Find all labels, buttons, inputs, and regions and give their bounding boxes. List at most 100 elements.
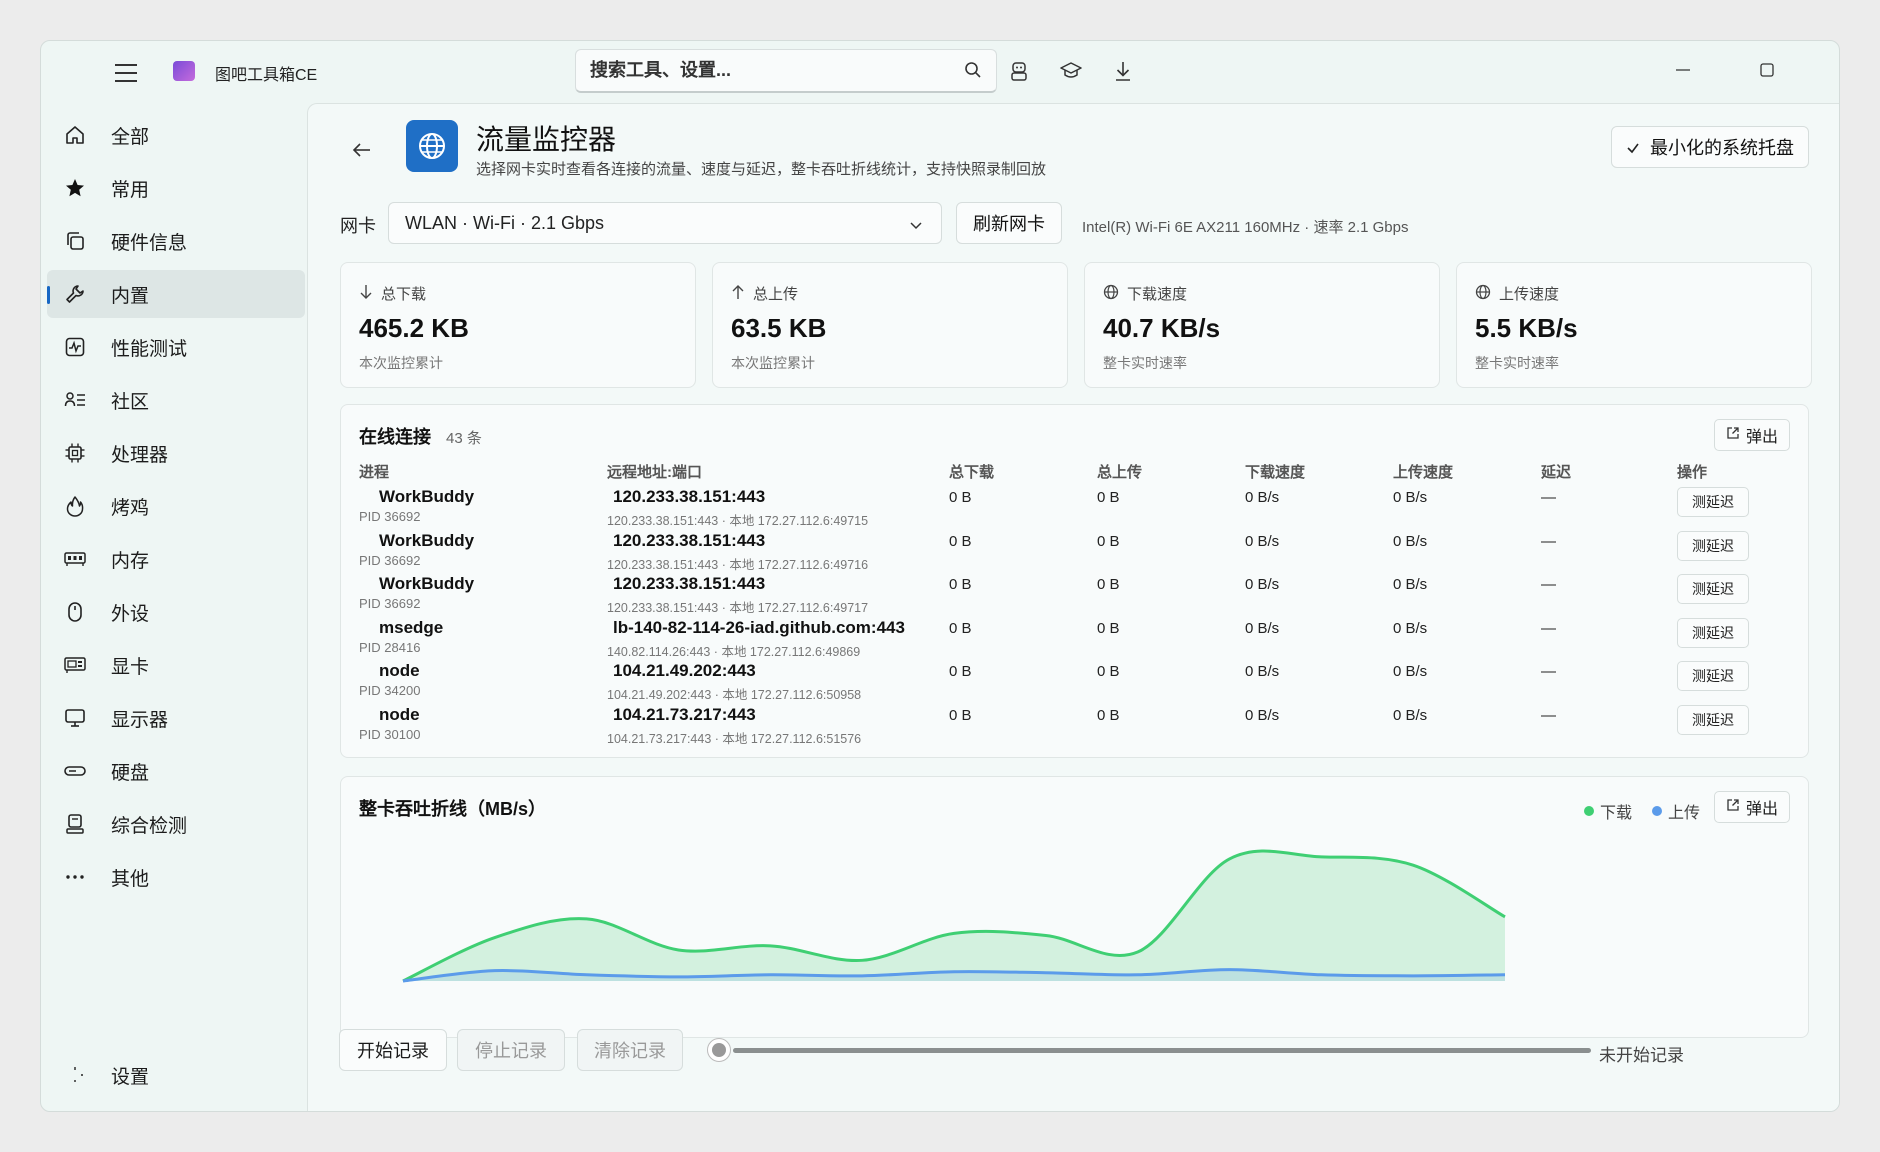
sidebar-item-monitor[interactable]: 显示器 <box>47 694 305 742</box>
sidebar-item-label: 处理器 <box>111 444 169 466</box>
remote-address: 120.233.38.151:443 <box>613 574 766 593</box>
cell-upload-speed: 0 B/s <box>1393 576 1428 593</box>
cell-total-download: 0 B <box>949 619 972 637</box>
arrow-down-icon <box>359 284 373 304</box>
ping-button[interactable]: 测延迟 <box>1677 574 1749 604</box>
menu-toggle-icon[interactable] <box>111 61 141 85</box>
page-description: 选择网卡实时查看各连接的流量、速度与延迟，整卡吞吐折线统计，支持快照录制回放 <box>476 161 1047 178</box>
sidebar-item-label: 硬盘 <box>111 762 150 784</box>
cell-total-upload: 0 B <box>1097 663 1120 680</box>
nic-select[interactable]: WLAN · Wi-Fi · 2.1 Gbps <box>388 202 942 244</box>
cell-download-speed: 0 B/s <box>1245 532 1280 550</box>
sidebar-item-label: 综合检测 <box>111 815 188 837</box>
table-row[interactable]: WorkBuddy PID 36692 120.233.38.151:443 120.… <box>341 574 1808 618</box>
table-row[interactable]: msedge PID 28416 lb-140-82-114-26-iad.gith… <box>341 617 1808 662</box>
table-row[interactable]: WorkBuddy PID 36692 120.233.38.151:443 120.… <box>341 530 1808 575</box>
cell-upload-speed: 0 B/s <box>1393 489 1428 506</box>
sidebar-item-hardware-info[interactable]: 硬件信息 <box>47 217 305 265</box>
download-icon[interactable] <box>1111 59 1135 83</box>
sidebar-item-label: 显卡 <box>111 656 150 678</box>
stat-subtitle: 本次监控累计 <box>731 355 815 371</box>
search-input[interactable] <box>590 50 950 90</box>
process-name: node <box>379 704 420 724</box>
ping-button[interactable]: 测延迟 <box>1677 617 1749 648</box>
robot-icon[interactable] <box>1007 59 1031 83</box>
table-row[interactable]: WorkBuddy PID 36692 120.233.38.151:443 120.… <box>341 487 1808 531</box>
sidebar-item-all[interactable]: 全部 <box>47 111 305 159</box>
sidebar-item-builtin[interactable]: 内置 <box>47 270 305 318</box>
minimize-to-tray-button[interactable]: 最小化的系统托盘 <box>1611 126 1809 168</box>
stop-recording-button[interactable]: 停止记录 <box>457 1029 565 1071</box>
start-recording-button[interactable]: 开始记录 <box>339 1029 447 1071</box>
cell-total-download: 0 B <box>949 663 972 680</box>
globe-icon <box>1475 284 1491 304</box>
ping-button[interactable]: 测延迟 <box>1677 704 1749 735</box>
sidebar-item-label: 社区 <box>111 391 150 413</box>
stat-card-upload-speed: 上传速度 5.5 KB/s 整卡实时速率 <box>1456 262 1812 388</box>
column-header-process[interactable]: 进程 <box>359 461 389 482</box>
column-header-latency[interactable]: 延迟 <box>1541 461 1571 482</box>
column-header-upload-speed[interactable]: 上传速度 <box>1393 461 1453 482</box>
connection-detail: 120.233.38.151:443 · 本地 172.27.112.6:497… <box>607 557 869 572</box>
pulse-icon <box>63 335 87 359</box>
checkmark-icon <box>1626 139 1640 160</box>
column-header-total-download[interactable]: 总下载 <box>949 461 994 482</box>
column-header-total-upload[interactable]: 总上传 <box>1097 461 1142 482</box>
cell-download-speed: 0 B/s <box>1245 663 1280 680</box>
page-title: 流量监控器 <box>476 124 617 155</box>
ping-button[interactable]: 测延迟 <box>1677 530 1749 561</box>
table-row[interactable]: node PID 34200 104.21.49.202:443 104.21.49.… <box>341 661 1808 705</box>
remote-address: lb-140-82-114-26-iad.github.com:443 <box>613 617 905 637</box>
stat-subtitle: 整卡实时速率 <box>1103 355 1187 371</box>
search-icon[interactable] <box>964 61 982 84</box>
clear-recording-button[interactable]: 清除记录 <box>577 1029 683 1071</box>
sidebar-item-label: 外设 <box>111 603 150 625</box>
sidebar-item-cpu[interactable]: 处理器 <box>47 429 305 477</box>
graduation-cap-icon[interactable] <box>1059 59 1083 83</box>
connection-detail: 104.21.49.202:443 · 本地 172.27.112.6:5095… <box>607 688 862 702</box>
minimize-window-icon[interactable] <box>1663 55 1703 85</box>
cell-upload-speed: 0 B/s <box>1393 532 1428 550</box>
sidebar-item-gpu[interactable]: 显卡 <box>47 641 305 689</box>
search-box[interactable] <box>575 49 997 93</box>
ping-button[interactable]: 测延迟 <box>1677 487 1749 517</box>
column-header-download-speed[interactable]: 下载速度 <box>1245 461 1305 482</box>
sidebar-item-disk[interactable]: 硬盘 <box>47 747 305 795</box>
people-icon <box>63 388 87 412</box>
process-pid: PID 36692 <box>359 596 421 611</box>
ping-button[interactable]: 测延迟 <box>1677 661 1749 691</box>
sidebar-item-peripherals[interactable]: 外设 <box>47 588 305 636</box>
sidebar-item-settings[interactable]: 设置 <box>47 1051 305 1099</box>
download-area <box>403 851 1505 981</box>
sidebar-item-others[interactable]: 其他 <box>47 853 305 901</box>
refresh-nic-button[interactable]: 刷新网卡 <box>956 202 1062 244</box>
column-header-remote[interactable]: 远程地址:端口 <box>607 461 702 482</box>
connections-popout-button[interactable]: 弹出 <box>1714 419 1790 451</box>
remote-address: 120.233.38.151:443 <box>613 530 766 550</box>
playback-slider-thumb[interactable] <box>707 1038 731 1062</box>
maximize-window-icon[interactable] <box>1747 55 1787 85</box>
sidebar-item-memory[interactable]: 内存 <box>47 535 305 583</box>
connections-count: 43 条 <box>446 430 482 447</box>
process-pid: PID 36692 <box>359 509 421 524</box>
process-name: WorkBuddy <box>379 530 475 550</box>
table-row[interactable]: node PID 30100 104.21.73.217:443 104.21.73.… <box>341 704 1808 749</box>
sidebar-item-benchmark[interactable]: 性能测试 <box>47 323 305 371</box>
sidebar-item-community[interactable]: 社区 <box>47 376 305 424</box>
process-name: WorkBuddy <box>379 574 475 593</box>
column-header-actions: 操作 <box>1677 464 1708 481</box>
sidebar-item-diagnostics[interactable]: 综合检测 <box>47 800 305 848</box>
cell-upload-speed: 0 B/s <box>1393 706 1428 724</box>
playback-slider-track[interactable] <box>733 1048 1591 1053</box>
sidebar-item-stress-test[interactable]: 烤鸡 <box>47 482 305 530</box>
cell-total-download: 0 B <box>949 576 972 593</box>
stat-card-download-speed: 下载速度 40.7 KB/s 整卡实时速率 <box>1084 262 1440 388</box>
sidebar-item-favorites[interactable]: 常用 <box>47 164 305 212</box>
sidebar-item-label: 显示器 <box>111 709 169 731</box>
nic-selected-value: WLAN · Wi-Fi · 2.1 Gbps <box>405 212 605 233</box>
sidebar-item-label: 硬件信息 <box>111 232 188 254</box>
stat-card-total-download: 总下载 465.2 KB 本次监控累计 <box>340 262 696 388</box>
monitor-icon <box>63 706 87 730</box>
cell-latency: — <box>1541 619 1556 637</box>
back-arrow-icon[interactable] <box>348 136 376 164</box>
